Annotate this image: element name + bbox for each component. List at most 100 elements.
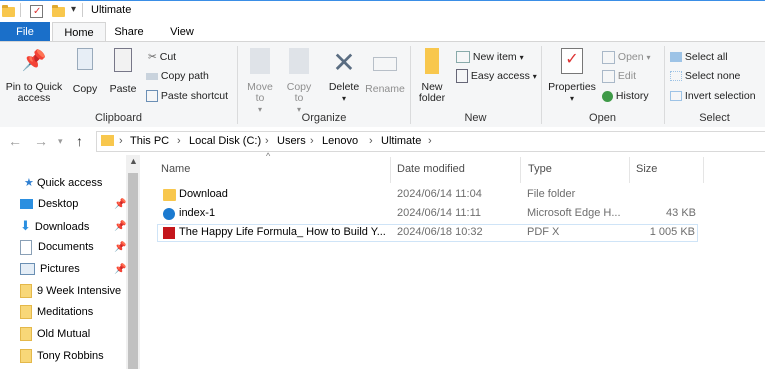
file-name: The Happy Life Formula_ How to Build Y..… xyxy=(179,226,386,238)
folder-icon xyxy=(2,5,15,17)
edit-button[interactable]: Edit xyxy=(602,69,636,83)
open-label: Open xyxy=(617,51,644,63)
recent-locations-chevron-icon[interactable]: ▾ xyxy=(58,136,63,147)
easy-access-button[interactable]: Easy access ▾ xyxy=(456,69,537,84)
nav-item-desktop[interactable]: Desktop xyxy=(20,194,78,214)
select-none-button[interactable]: Select none xyxy=(670,69,740,83)
column-divider[interactable] xyxy=(520,157,521,183)
breadcrumb-separator[interactable]: › xyxy=(310,135,314,147)
copy-to-icon xyxy=(289,48,309,74)
scroll-up-icon[interactable]: ▲ xyxy=(129,156,138,166)
rename-button[interactable]: Rename xyxy=(364,48,406,95)
back-arrow-icon[interactable]: ← xyxy=(8,133,22,149)
pin-icon[interactable]: 📌 xyxy=(114,199,126,210)
cut-button[interactable]: ✂ Cut xyxy=(148,50,176,64)
scissors-icon: ✂ xyxy=(148,51,157,63)
column-divider[interactable] xyxy=(390,157,391,183)
group-select-label: Select xyxy=(699,112,730,124)
file-row-happy-life-formula[interactable]: The Happy Life Formula_ How to Build Y..… xyxy=(157,224,698,242)
file-row-index-1[interactable]: index-1 2024/06/14 11:11 Microsoft Edge … xyxy=(157,205,698,223)
paste-button[interactable]: Paste xyxy=(104,48,142,95)
copy-icon xyxy=(77,48,93,70)
breadcrumb-users[interactable]: Users xyxy=(277,135,306,147)
breadcrumb-separator[interactable]: › xyxy=(119,135,123,147)
column-header-size[interactable]: Size xyxy=(636,163,657,175)
file-date: 2024/06/14 11:11 xyxy=(397,207,482,219)
delete-x-icon: ✕ xyxy=(332,47,356,78)
nav-item-label: Downloads xyxy=(34,221,90,233)
nav-item-quick-access[interactable]: ★ Quick access xyxy=(24,173,102,193)
star-icon: ★ xyxy=(24,177,34,189)
nav-item-label: Meditations xyxy=(37,306,94,318)
customize-quick-access-icon[interactable]: ▾ xyxy=(71,4,76,15)
select-none-icon xyxy=(670,71,682,82)
file-name: Download xyxy=(179,188,228,200)
pin-icon[interactable]: 📌 xyxy=(114,242,126,253)
column-divider[interactable] xyxy=(629,157,630,183)
properties-button[interactable]: ✓ Properties ▾ xyxy=(546,48,598,104)
open-button[interactable]: Open ▾ xyxy=(602,50,651,65)
file-type: Microsoft Edge H... xyxy=(527,207,621,219)
breadcrumb-separator[interactable]: › xyxy=(428,135,432,147)
new-folder-button[interactable]: New folder xyxy=(414,48,450,104)
address-bar[interactable]: › This PC › Local Disk (C:) › Users › Le… xyxy=(96,131,765,152)
edit-label: Edit xyxy=(617,70,637,82)
copy-button[interactable]: Copy xyxy=(68,48,102,95)
nav-item-old-mutual[interactable]: Old Mutual xyxy=(20,324,90,344)
breadcrumb-separator[interactable]: › xyxy=(265,135,269,147)
tab-share[interactable]: Share xyxy=(107,22,151,42)
navigation-pane: ★ Quick access Desktop 📌 ⬇ Downloads 📌 Do… xyxy=(0,155,142,369)
scroll-thumb[interactable] xyxy=(128,173,138,369)
properties-label: Properties xyxy=(548,81,596,93)
tab-file[interactable]: File xyxy=(0,22,50,42)
paste-shortcut-button[interactable]: Paste shortcut xyxy=(146,89,228,103)
column-divider[interactable] xyxy=(703,157,704,183)
breadcrumb-separator[interactable]: › xyxy=(369,135,373,147)
copy-path-label: Copy path xyxy=(160,70,209,82)
new-folder-quick-icon[interactable] xyxy=(52,5,65,17)
pin-icon[interactable]: 📌 xyxy=(114,264,126,275)
new-item-label: New item xyxy=(472,51,517,63)
nav-item-tony-robbins[interactable]: Tony Robbins xyxy=(20,346,104,366)
breadcrumb-this-pc[interactable]: This PC xyxy=(130,135,169,147)
column-header-name[interactable]: Name xyxy=(161,163,190,175)
file-size: 1 005 KB xyxy=(649,226,695,238)
delete-label: Delete xyxy=(328,81,360,93)
tab-view[interactable]: View xyxy=(160,22,204,42)
edge-icon xyxy=(163,208,175,220)
up-arrow-icon[interactable]: ↑ xyxy=(76,133,83,149)
forward-arrow-icon[interactable]: → xyxy=(34,133,48,149)
nav-item-pictures[interactable]: Pictures xyxy=(20,259,80,279)
select-all-button[interactable]: Select all xyxy=(670,50,728,64)
nav-item-documents[interactable]: Documents xyxy=(20,237,94,257)
copy-to-button[interactable]: Copy to ▾ xyxy=(282,48,316,115)
invert-selection-button[interactable]: Invert selection xyxy=(670,89,756,103)
move-to-button[interactable]: Move to ▾ xyxy=(243,48,277,115)
breadcrumb-ultimate[interactable]: Ultimate xyxy=(381,135,421,147)
delete-button[interactable]: ✕ Delete ▾ xyxy=(324,48,364,104)
pin-to-quick-access-button[interactable]: 📌 Pin to Quick access xyxy=(3,48,65,104)
tab-home[interactable]: Home xyxy=(52,22,106,42)
move-to-icon xyxy=(250,48,270,74)
breadcrumb-local-disk[interactable]: Local Disk (C:) xyxy=(189,135,261,147)
paste-shortcut-label: Paste shortcut xyxy=(160,90,229,102)
nav-item-label: Tony Robbins xyxy=(37,350,104,362)
breadcrumb-separator[interactable]: › xyxy=(177,135,181,147)
column-header-type[interactable]: Type xyxy=(528,163,552,175)
pin-icon[interactable]: 📌 xyxy=(114,221,126,232)
new-folder-icon xyxy=(425,48,439,74)
file-row-download[interactable]: Download 2024/06/14 11:04 File folder xyxy=(157,186,698,204)
properties-quick-icon[interactable]: ✓ xyxy=(30,5,43,18)
window-title: Ultimate xyxy=(91,4,132,16)
nav-item-9-week-intensive[interactable]: 9 Week Intensive xyxy=(20,281,121,301)
column-header-date[interactable]: Date modified xyxy=(397,163,465,175)
history-button[interactable]: History xyxy=(602,89,649,103)
nav-item-downloads[interactable]: ⬇ Downloads xyxy=(20,216,89,236)
copy-path-button[interactable]: Copy path xyxy=(146,69,209,83)
new-item-button[interactable]: New item ▾ xyxy=(456,50,524,65)
edit-icon xyxy=(602,69,615,83)
nav-item-meditations[interactable]: Meditations xyxy=(20,302,93,322)
file-type: File folder xyxy=(527,188,576,200)
breadcrumb-lenovo[interactable]: Lenovo xyxy=(322,135,358,147)
nav-pane-scrollbar[interactable]: ▲ xyxy=(126,155,140,369)
